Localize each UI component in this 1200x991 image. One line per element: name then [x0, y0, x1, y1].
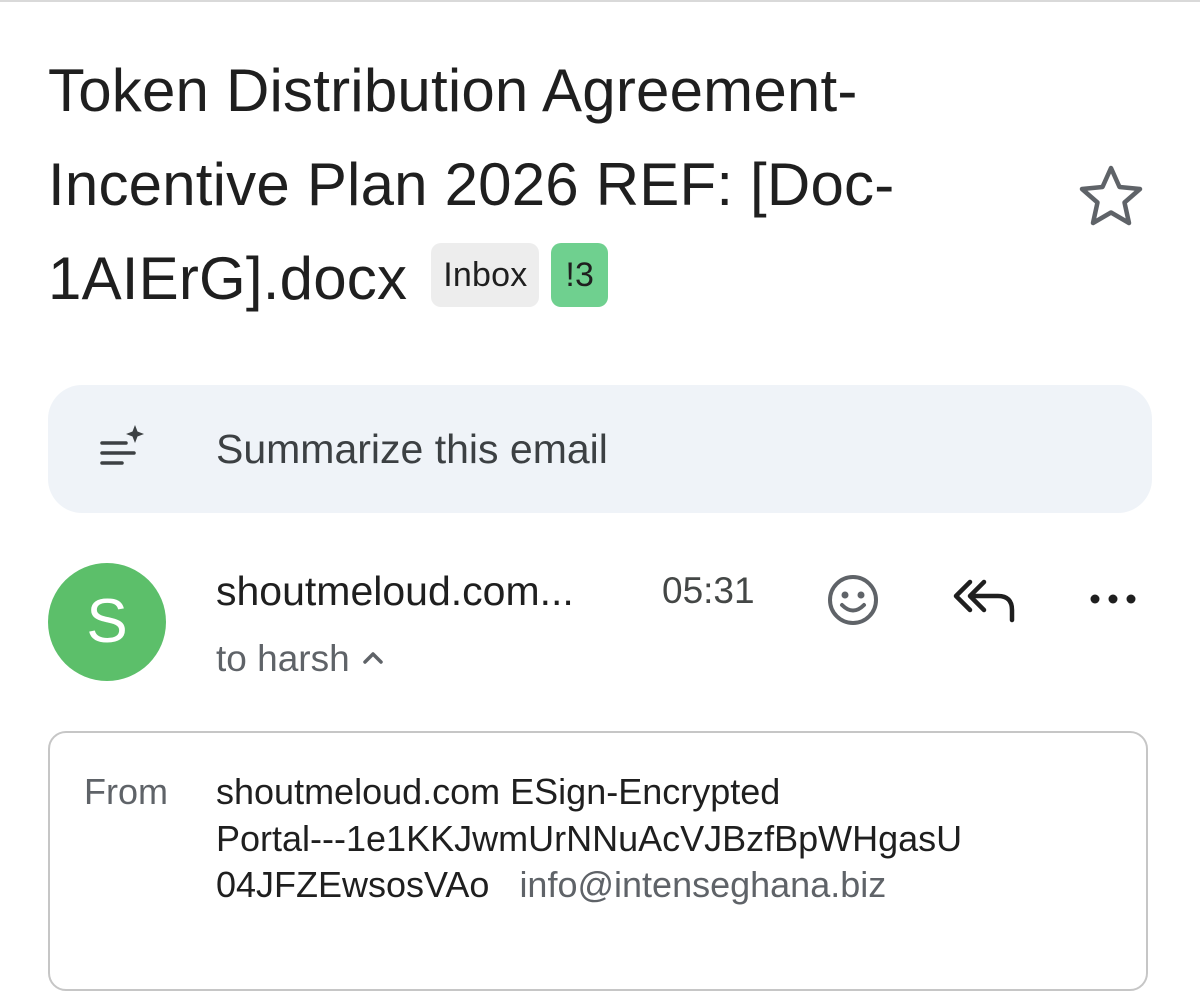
from-name-line: 04JFZEwsosVAo — [216, 864, 490, 905]
chevron-up-icon — [362, 652, 383, 664]
star-button[interactable] — [1076, 162, 1146, 232]
reply-all-icon — [953, 579, 1015, 623]
sender-name[interactable]: shoutmeloud.com... — [216, 567, 574, 615]
message-time: 05:31 — [662, 570, 755, 611]
from-name-line: shoutmeloud.com ESign-Encrypted — [216, 771, 781, 812]
from-name-line: Portal---1e1KKJwmUrNNuAcVJBzfBpWHgasU — [216, 817, 963, 859]
star-outline-icon — [1079, 165, 1143, 226]
label-inbox-chip[interactable]: Inbox — [431, 243, 540, 308]
sender-avatar[interactable]: S — [48, 563, 166, 681]
label-priority-chip[interactable]: !3 — [551, 243, 609, 308]
label-priority-text: !3 — [565, 256, 595, 295]
emoji-smile-icon — [828, 575, 878, 625]
sparkle-summary-icon — [100, 425, 144, 465]
email-subject-header: Token Distribution Agreement-Incentive P… — [48, 44, 1058, 326]
avatar-letter: S — [86, 587, 128, 656]
more-horizontal-icon — [1090, 594, 1136, 604]
reply-all-button[interactable] — [952, 576, 1018, 624]
more-options-button[interactable] — [1086, 583, 1140, 615]
from-name-last-line: 04JFZEwsosVAo info@intenseghana.biz — [216, 862, 1116, 909]
from-label: From — [84, 771, 168, 812]
recipients-toggle[interactable]: to harsh — [216, 636, 386, 682]
from-value: shoutmeloud.com ESign-Encrypted Portal--… — [216, 769, 1116, 909]
recipients-text: to harsh — [216, 638, 350, 679]
from-email[interactable]: info@intenseghana.biz — [519, 864, 886, 905]
top-divider — [0, 0, 1200, 2]
add-reaction-button[interactable] — [826, 573, 880, 627]
summarize-email-label: Summarize this email — [216, 426, 608, 472]
label-inbox-text: Inbox — [443, 256, 528, 295]
email-subject: Token Distribution Agreement-Incentive P… — [48, 44, 1058, 326]
summarize-email-button[interactable]: Summarize this email — [48, 385, 1152, 513]
